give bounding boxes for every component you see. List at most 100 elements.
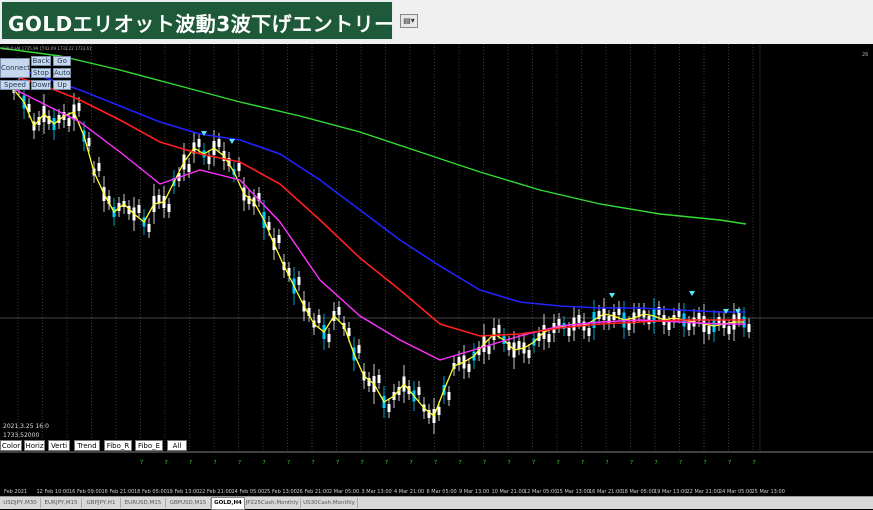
candle-body [567,328,571,336]
candle-body [317,315,321,323]
connect-button[interactable]: Connect [0,58,30,78]
date-readout: 2021.3.25 16:0 [3,423,49,430]
axis-tick-mark: 7 [508,460,511,466]
tab-gold-h4[interactable]: GOLD,H4 [211,497,245,510]
candle-body [437,407,441,415]
candle-body [97,163,101,171]
axis-tick-mark: 7 [361,460,364,466]
time-axis-label: 24 Mar 05:00 [719,489,752,495]
candle-body [277,235,281,243]
candle-body [77,103,81,111]
axis-tick-mark: 7 [679,460,682,466]
axis-tick-mark: 7 [630,460,633,466]
axis-tick-mark: 7 [704,460,707,466]
title-banner: GOLDエリオット波動3波下げエントリー [0,0,394,41]
fibo-e-button[interactable]: Fibo_E [135,440,163,451]
axis-tick-mark: 7 [336,460,339,466]
axis-tick-mark: 7 [312,460,315,466]
candle-body [497,325,501,333]
axis-tick-mark: 7 [434,460,437,466]
time-axis-label: 2 Mar 05:00 [329,489,359,495]
candle-body [547,334,551,342]
tab-usdjpy-m30[interactable]: USDJPY,M30 [0,498,41,508]
auto-button[interactable]: Auto [53,68,71,78]
time-axis-label: 26 Feb 21:00 [297,489,330,495]
axis-tick-mark: 7 [655,460,658,466]
chart-tabs: USDJPY,M30 EURJPY,M15 GBPJPY,H1 EURUSD,M15 G… [0,496,873,510]
candle-body [417,387,421,395]
candle-body [167,204,171,212]
signal-arrow-icon [689,291,695,296]
candle-body [147,224,151,232]
ma-red-line [0,71,746,337]
tab-us30cash-monthly[interactable]: US30Cash,Monthly [301,498,358,508]
tab-eurjpy-m15[interactable]: EURJPY,M15 [41,498,82,508]
candle-body [217,139,221,147]
time-axis-label: 24 Feb 05:00 [232,489,265,495]
trend-button[interactable]: Trend [74,440,100,451]
candle-body [517,341,521,349]
axis-tick-mark: 7 [238,460,241,466]
time-axis-label: 19 Mar 13:00 [654,489,687,495]
chart-canvas: Feb 2021 12 Feb 10:00 16 Feb 09:00 16 Feb 2… [0,44,873,495]
fibo-r-button[interactable]: Fibo_R [104,440,132,451]
axis-tick-mark: 7 [410,460,413,466]
time-axis-label: 12 Feb 10:00 [37,489,70,495]
candle-body [587,328,591,336]
symbol-ohlc-line: GOLD,H4 1735.99 1742.09 1733.22 1733.61 [2,46,92,51]
candle-body [447,392,451,400]
time-axis-label: 4 Mar 21:00 [394,489,424,495]
axis-tick-mark: 7 [165,460,168,466]
speed-button[interactable]: Speed 1 [0,80,30,98]
time-axis-label: 3 Mar 13:00 [362,489,392,495]
tab-gbpusd-m15[interactable]: GBPUSD,M15 [166,498,211,508]
candle-body [387,404,391,412]
time-axis-label: 25 Feb 13:00 [264,489,297,495]
price-readout: 1733.52000 [3,432,40,439]
price-chart[interactable]: Feb 2021 12 Feb 10:00 16 Feb 09:00 16 Feb 2… [0,44,873,496]
tab-gbpjpy-h1[interactable]: GBPJPY,H1 [82,498,121,508]
axis-tick-mark: 7 [263,460,266,466]
candle-body [747,324,751,332]
candle-body [237,163,241,171]
tab-eurusd-m15[interactable]: EURUSD,M15 [121,498,166,508]
axis-tick-mark: 7 [459,460,462,466]
axis-tick-mark: 7 [287,460,290,466]
axis-tick-mark: 7 [140,460,143,466]
candle-body [87,138,91,146]
verti-button[interactable]: Verti [48,440,70,451]
time-axis-label: 16 Feb 09:00 [69,489,102,495]
time-axis-label: 22 Feb 21:00 [199,489,232,495]
candle-body [67,118,71,126]
stop-button[interactable]: Stop [31,68,51,78]
all-button[interactable]: All [167,440,187,451]
tab-jp225cash-monthly[interactable]: JP225Cash,Monthly [244,498,301,508]
time-axis-label: 22 Mar 21:00 [687,489,720,495]
time-axis-label: 18 Mar 05:00 [622,489,655,495]
axis-tick-mark: 7 [189,460,192,466]
axis-tick-mark: 7 [532,460,535,466]
chart-options-button[interactable]: ▤▾ [400,14,418,28]
candle-body [357,345,361,353]
candle-body [727,326,731,334]
down-button[interactable]: Down [31,80,52,90]
up-button[interactable]: Up [53,80,71,90]
candle-body [157,195,161,203]
candle-body [297,277,301,285]
time-axis-label: 9 Mar 13:00 [459,489,489,495]
candle-body [207,156,211,164]
time-axis-label: 19 Feb 13:00 [167,489,200,495]
time-axis-label: 12 Mar 05:00 [524,489,557,495]
signal-arrow-icon [229,139,235,144]
candle-body [527,350,531,358]
time-axis-label: 25 Mar 13:00 [752,489,785,495]
back-button[interactable]: Back [31,56,51,66]
horiz-button[interactable]: Horiz [24,440,45,451]
candle-body [337,307,341,315]
time-axis-label: Feb 2021 [4,489,27,495]
candle-body [347,328,351,336]
go-button[interactable]: Go [53,56,71,66]
axis-tick-mark: 7 [728,460,731,466]
candle-body [487,346,491,354]
color-button[interactable]: Color [0,440,22,451]
